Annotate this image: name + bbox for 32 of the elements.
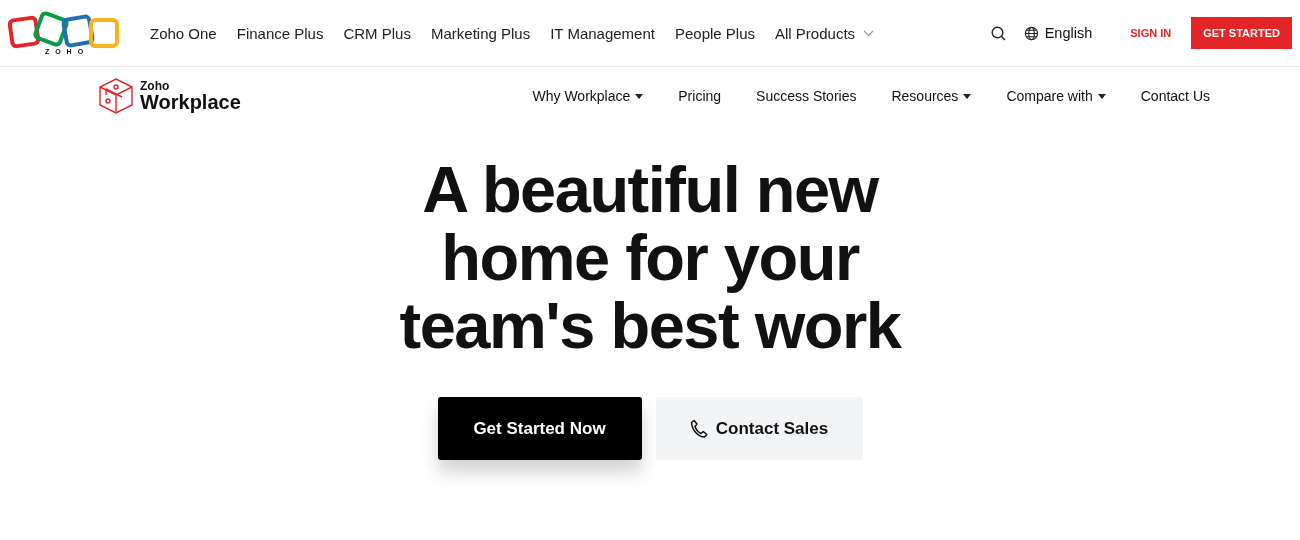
nav-link[interactable]: CRM Plus (343, 24, 411, 42)
zoho-logo-icon[interactable] (8, 11, 120, 49)
get-started-now-button[interactable]: Get Started Now (437, 397, 642, 460)
language-selector[interactable]: English (1044, 25, 1093, 41)
cube-logo-icon[interactable] (98, 77, 134, 115)
nav-link[interactable]: Resources (891, 88, 972, 104)
caret-icon (963, 93, 972, 99)
nav-link[interactable]: Compare with (1006, 88, 1106, 104)
sign-in-link[interactable]: SIGN IN (1130, 27, 1172, 39)
nav-link[interactable]: IT Management (550, 24, 655, 42)
nav-link[interactable]: Finance Plus (236, 24, 324, 42)
nav-link[interactable]: People Plus (674, 24, 755, 42)
nav-link[interactable]: Contact Us (1140, 88, 1210, 104)
caret-icon (635, 93, 644, 99)
headline: A beautiful new (422, 156, 878, 224)
contact-sales-button[interactable]: Contact Sales (655, 397, 863, 460)
nav-link[interactable]: Pricing (678, 88, 722, 104)
nav-link[interactable]: Why Workplace (532, 88, 644, 104)
nav-link[interactable]: All Products (775, 24, 875, 42)
brand-name: Workplace (140, 92, 241, 112)
get-started-button[interactable]: GET STARTED (1191, 17, 1292, 49)
headline: team's best work (399, 292, 901, 360)
nav-link[interactable]: Zoho One (150, 24, 217, 42)
nav-link[interactable]: Marketing Plus (430, 24, 531, 42)
nav-link[interactable]: Success Stories (756, 88, 857, 104)
search-icon[interactable] (990, 25, 1006, 41)
headline: home for your (441, 224, 859, 292)
globe-icon[interactable] (1023, 25, 1039, 41)
chevron-icon (863, 29, 875, 37)
caret-icon (1097, 93, 1106, 99)
brand-subtitle: Zoho (140, 80, 171, 92)
phone-icon (689, 418, 708, 439)
